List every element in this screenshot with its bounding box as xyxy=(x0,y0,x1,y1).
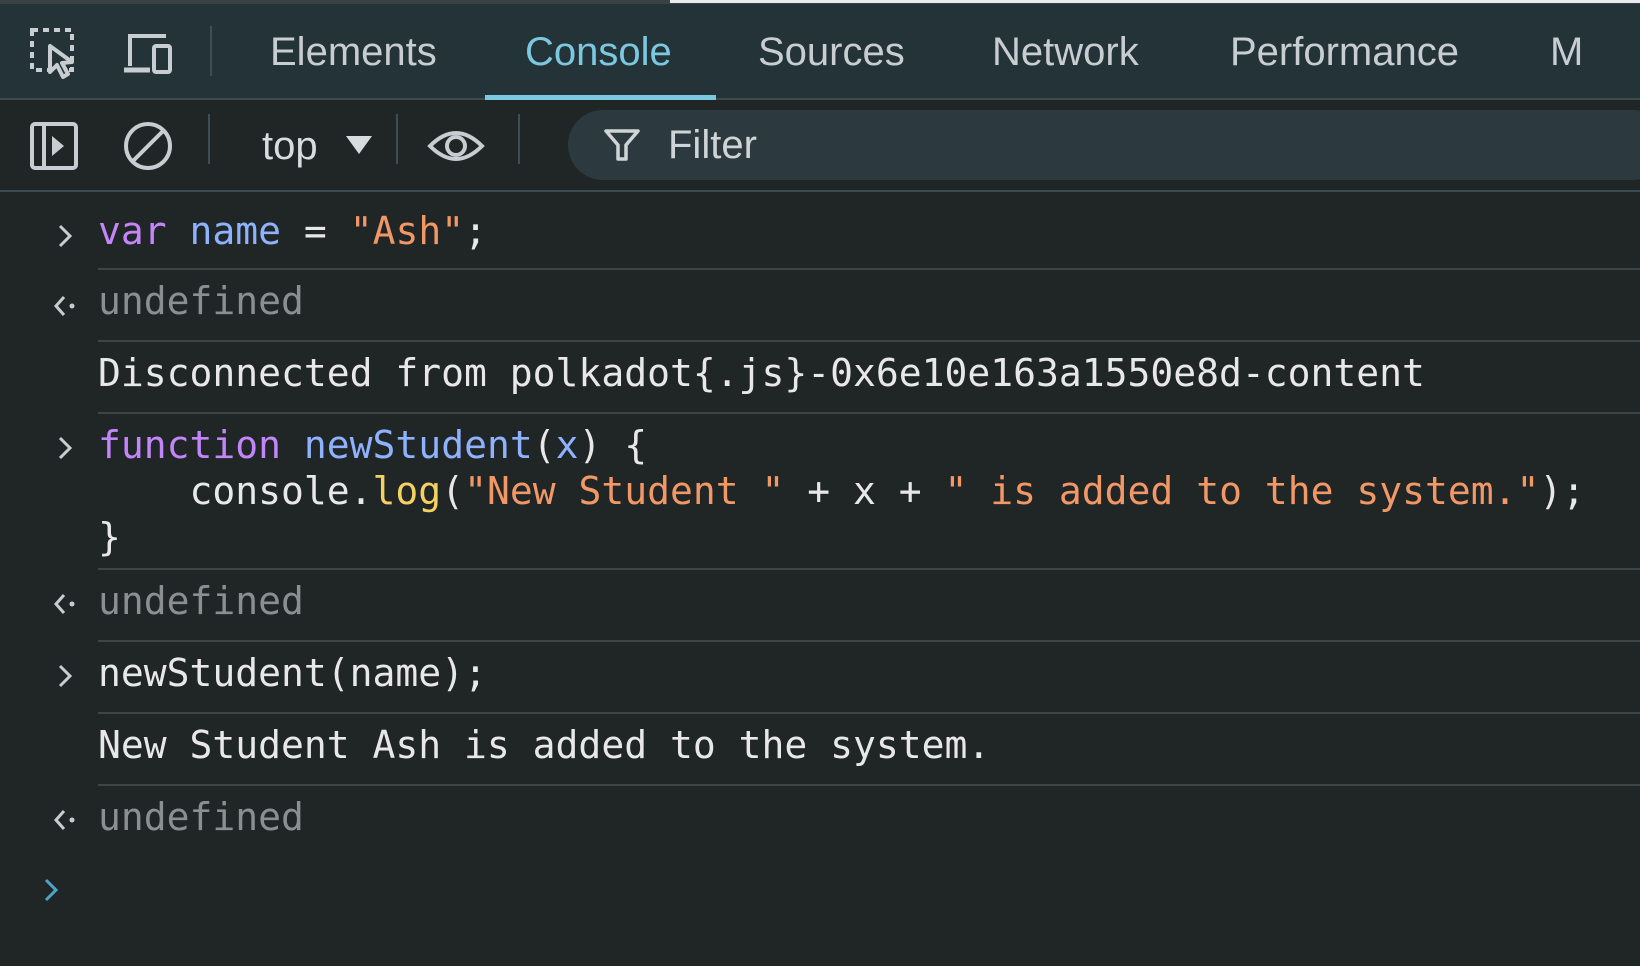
chevron-right-icon xyxy=(50,216,80,248)
eye-icon[interactable] xyxy=(426,116,486,176)
device-toggle-icon[interactable] xyxy=(120,26,176,82)
chevron-down-icon[interactable] xyxy=(346,136,372,154)
filter-box[interactable] xyxy=(568,110,1640,180)
console-toolbar: top xyxy=(0,100,1640,192)
devtools-tab-bar: Elements Console Sources Network Perform… xyxy=(0,4,1640,100)
console-output: var name = "Ash"; undefined Disconnected… xyxy=(0,194,1640,966)
console-prompt-input[interactable] xyxy=(98,864,1640,924)
tab-console[interactable]: Console xyxy=(485,4,716,100)
return-arrow-icon xyxy=(50,286,80,316)
tab-sources[interactable]: Sources xyxy=(758,4,905,100)
return-arrow-icon xyxy=(50,800,80,830)
console-result-entry: undefined xyxy=(98,795,304,839)
tab-network[interactable]: Network xyxy=(992,4,1139,100)
context-selector[interactable]: top xyxy=(262,116,318,176)
tab-performance[interactable]: Performance xyxy=(1230,4,1459,100)
filter-input[interactable] xyxy=(668,110,1468,180)
console-result-entry: undefined xyxy=(98,572,1640,642)
inspect-element-icon[interactable] xyxy=(28,26,84,82)
console-result-entry: undefined xyxy=(98,272,1640,342)
chevron-right-icon xyxy=(50,428,80,460)
filter-icon xyxy=(604,129,640,161)
tab-more[interactable]: M xyxy=(1550,4,1583,100)
prompt-chevron-icon xyxy=(36,870,66,902)
chevron-right-icon xyxy=(50,656,80,688)
console-log-entry: New Student Ash is added to the system. xyxy=(98,716,1640,786)
console-message-entry: Disconnected from polkadot{.js}-0x6e10e1… xyxy=(98,344,1640,414)
console-input-entry: function newStudent(x) { console.log("Ne… xyxy=(98,416,1640,570)
return-arrow-icon xyxy=(50,584,80,614)
console-input-entry: var name = "Ash"; xyxy=(98,208,1640,270)
clear-console-icon[interactable] xyxy=(118,116,178,176)
console-input-entry: newStudent(name); xyxy=(98,644,1640,714)
sidebar-toggle-icon[interactable] xyxy=(26,116,86,176)
tab-elements[interactable]: Elements xyxy=(270,4,437,100)
